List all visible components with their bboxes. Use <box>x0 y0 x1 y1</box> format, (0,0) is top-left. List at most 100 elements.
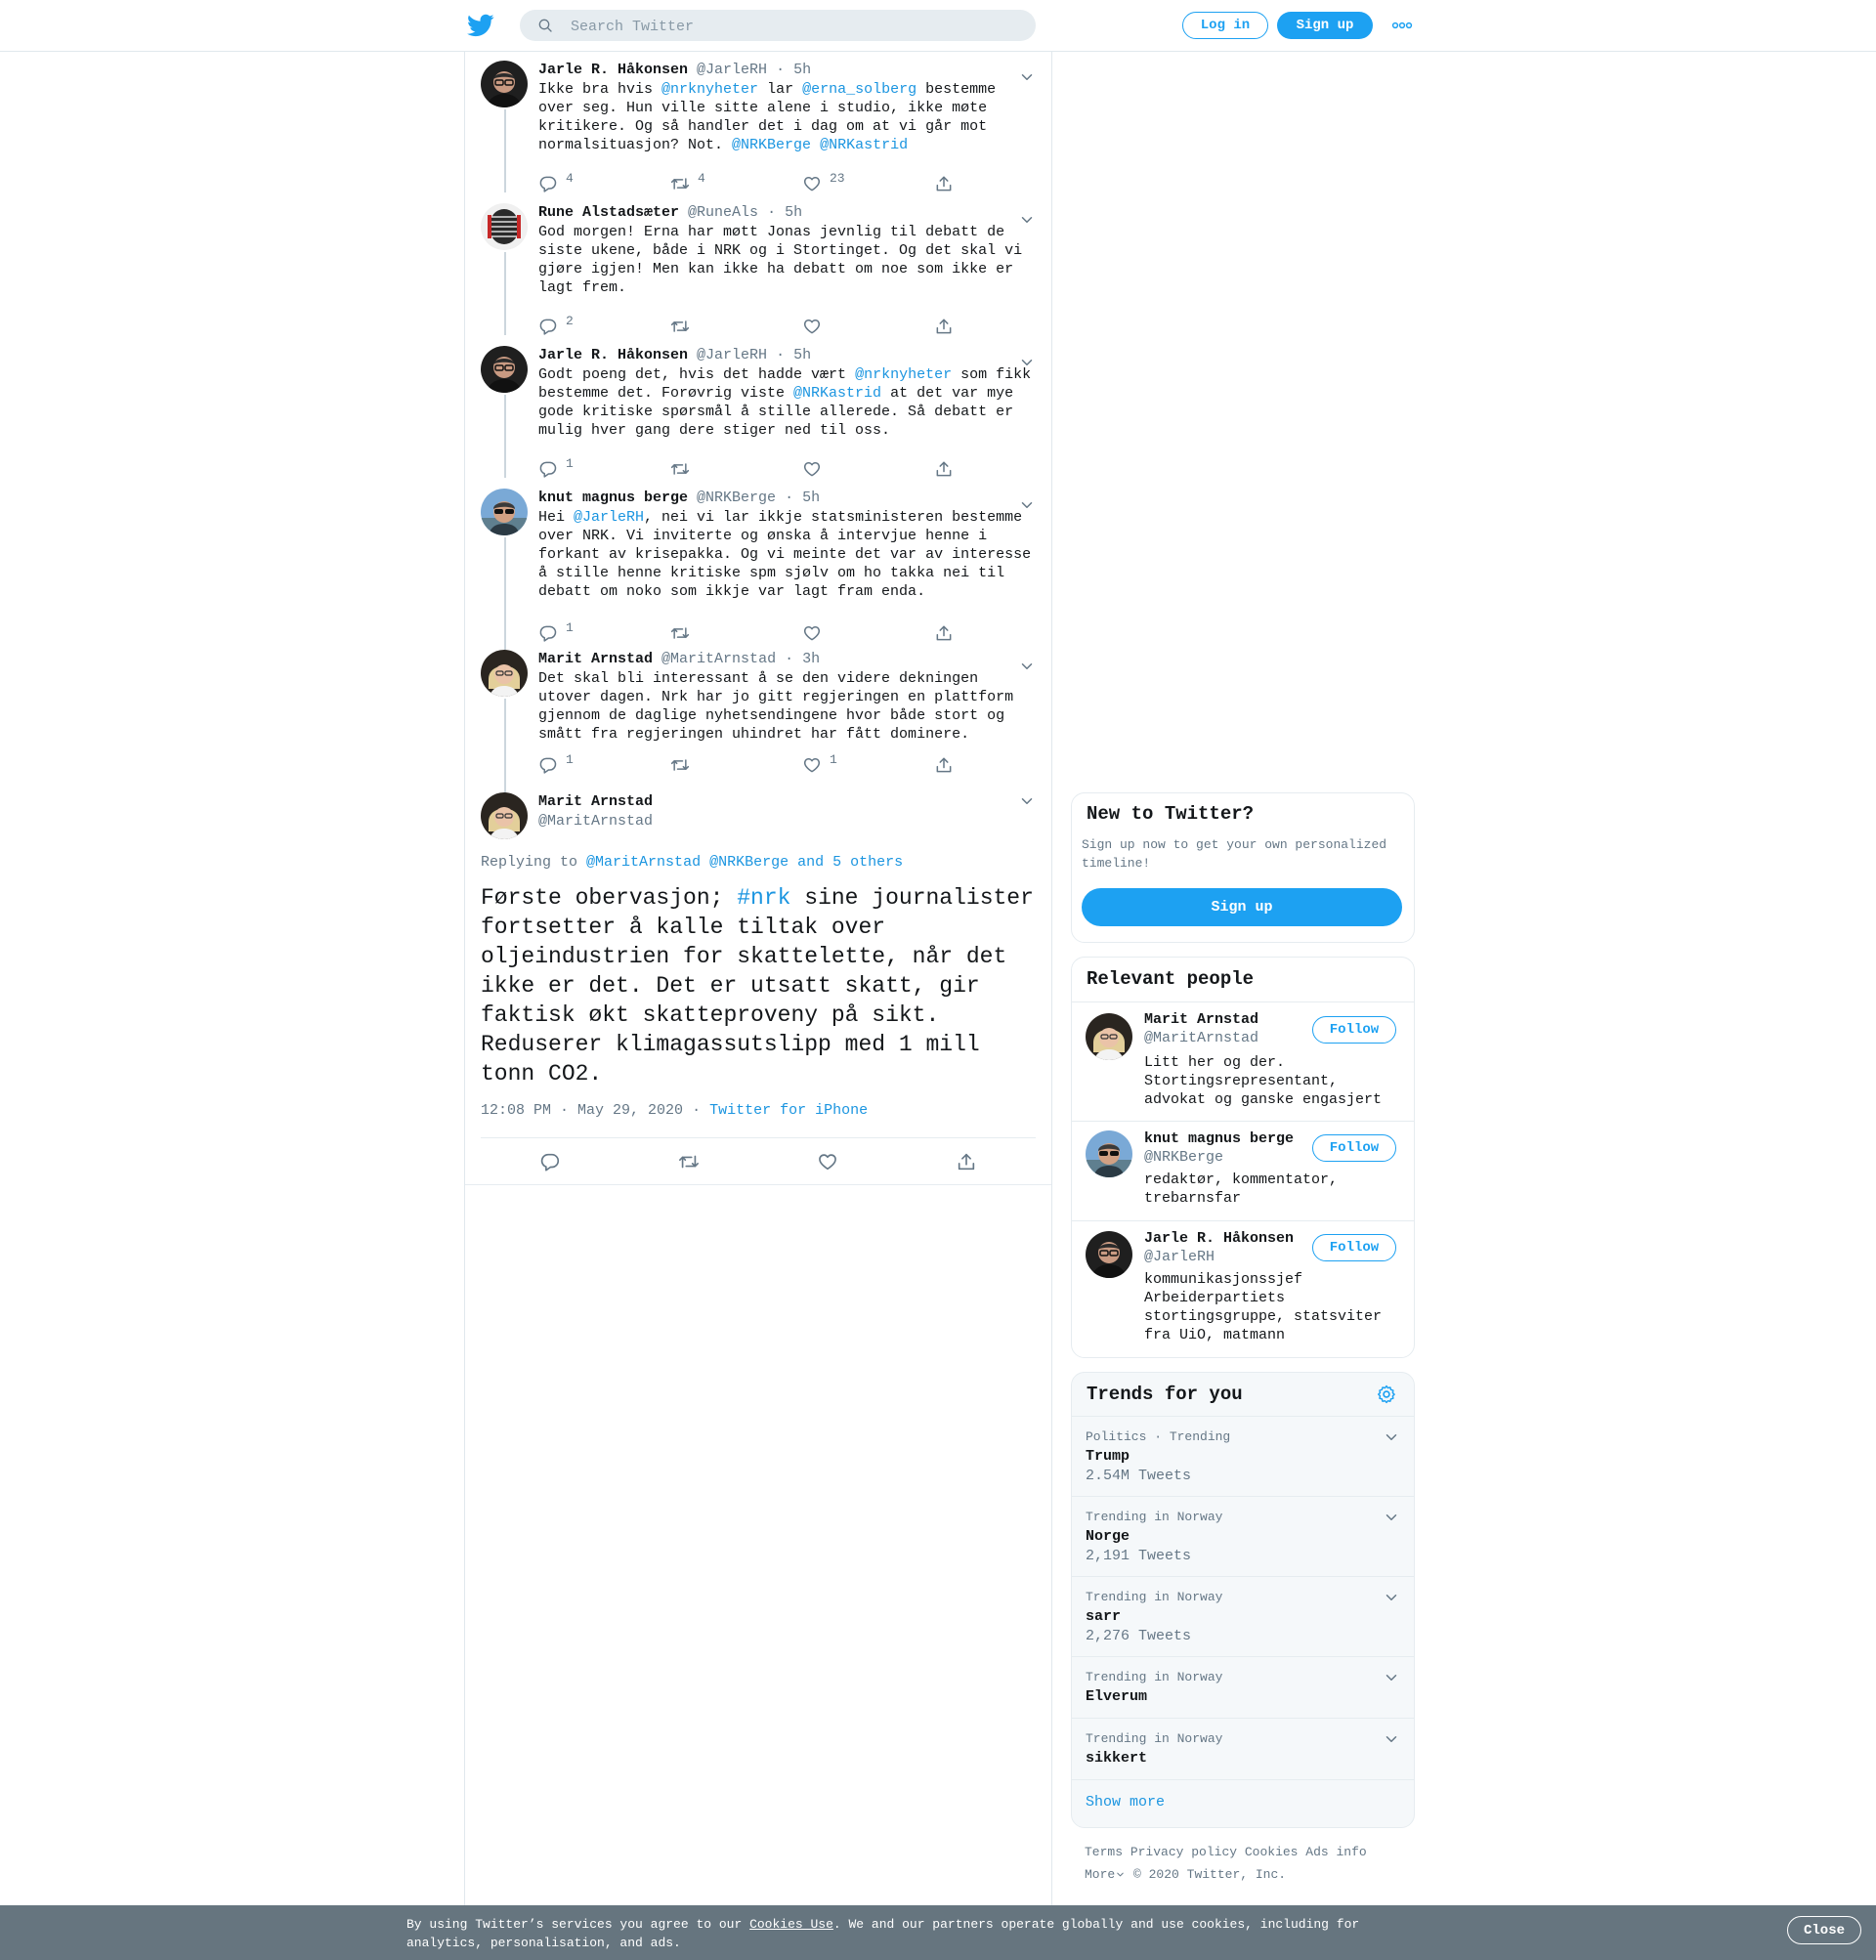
trend-name[interactable]: Norge <box>1086 1528 1130 1545</box>
like-button[interactable]: 23 <box>802 171 845 193</box>
chevron-down-icon[interactable] <box>1018 211 1036 229</box>
person-row[interactable]: Jarle R. Håkonsen @JarleRH kommunikasjon… <box>1072 1220 1414 1357</box>
tweet-time[interactable]: 5h <box>793 62 811 78</box>
mention-link[interactable]: @nrknyheter <box>661 81 758 98</box>
author-handle[interactable]: @JarleRH <box>697 62 767 78</box>
trend-item[interactable]: Trending in Norway sikkert <box>1072 1718 1414 1780</box>
chevron-down-icon[interactable] <box>1383 1730 1400 1748</box>
close-cookie-button[interactable]: Close <box>1787 1916 1861 1944</box>
footer-link-privacy[interactable]: Privacy policy <box>1130 1845 1237 1859</box>
mention-link[interactable]: @NRKastrid <box>793 385 881 402</box>
tweet-time[interactable]: 5h <box>802 490 820 506</box>
mention-link[interactable]: @nrknyheter <box>855 366 952 383</box>
tweet-time[interactable]: 3h <box>802 651 820 667</box>
hashtag-link[interactable]: #nrk <box>737 885 790 911</box>
author-name[interactable]: Marit Arnstad <box>538 651 653 667</box>
footer-more-button[interactable]: More <box>1085 1867 1126 1882</box>
retweet-button[interactable] <box>670 317 698 336</box>
reply-button[interactable] <box>539 1151 561 1172</box>
replying-to-links[interactable]: @MaritArnstad @NRKBerge and 5 others <box>586 854 903 871</box>
like-button[interactable] <box>817 1151 838 1172</box>
like-button[interactable]: 1 <box>802 752 837 775</box>
person-handle[interactable]: @MaritArnstad <box>1144 1029 1340 1047</box>
cookies-use-link[interactable]: Cookies Use <box>749 1917 833 1932</box>
mention-link[interactable]: @NRKastrid <box>820 137 908 153</box>
show-more-link[interactable]: Show more <box>1086 1794 1165 1811</box>
like-button[interactable] <box>802 459 830 479</box>
thread-tweet[interactable]: Rune Alstadsæter @RuneAls · 5h God morge… <box>481 203 1036 338</box>
like-button[interactable] <box>802 317 830 336</box>
author-handle[interactable]: @NRKBerge <box>697 490 776 506</box>
share-button[interactable] <box>934 174 954 193</box>
chevron-down-icon[interactable] <box>1383 1428 1400 1446</box>
search-box[interactable] <box>520 10 1036 43</box>
footer-link-ads-info[interactable]: Ads info <box>1305 1845 1366 1859</box>
trend-name[interactable]: sikkert <box>1086 1750 1147 1767</box>
share-button[interactable] <box>934 317 954 336</box>
author-name[interactable]: Rune Alstadsæter <box>538 204 679 221</box>
mention-link[interactable]: @NRKBerge <box>732 137 811 153</box>
follow-button[interactable]: Follow <box>1312 1234 1396 1261</box>
thread-tweet[interactable]: Jarle R. Håkonsen @JarleRH · 5h Ikke bra… <box>481 61 1036 195</box>
like-button[interactable] <box>802 623 830 643</box>
signup-header-button[interactable]: Sign up <box>1277 12 1373 39</box>
person-name[interactable]: knut magnus berge <box>1144 1129 1340 1148</box>
trend-name[interactable]: Trump <box>1086 1448 1130 1465</box>
reply-button[interactable]: 2 <box>538 314 574 336</box>
person-name[interactable]: Marit Arnstad <box>1144 1010 1340 1029</box>
twitter-logo-icon[interactable] <box>467 12 494 39</box>
share-button[interactable] <box>934 755 954 775</box>
retweet-button[interactable] <box>670 459 698 479</box>
chevron-down-icon[interactable] <box>1018 658 1036 675</box>
trend-item[interactable]: Trending in Norway Elverum <box>1072 1656 1414 1719</box>
share-button[interactable] <box>934 459 954 479</box>
footer-link-terms[interactable]: Terms <box>1085 1845 1123 1859</box>
author-handle[interactable]: @RuneAls <box>688 204 758 221</box>
login-button[interactable]: Log in <box>1182 12 1268 39</box>
tweet-time[interactable]: 5h <box>785 204 802 221</box>
share-button[interactable] <box>956 1151 977 1172</box>
follow-button[interactable]: Follow <box>1312 1134 1396 1162</box>
trend-item[interactable]: Trending in Norway Norge 2,191 Tweets <box>1072 1496 1414 1577</box>
more-options-icon[interactable] <box>1391 18 1413 33</box>
thread-tweet[interactable]: Marit Arnstad @MaritArnstad · 3h Det ska… <box>481 650 1036 792</box>
search-input[interactable] <box>569 10 1022 43</box>
avatar[interactable] <box>481 346 528 393</box>
person-row[interactable]: knut magnus berge @NRKBerge redaktør, ko… <box>1072 1121 1414 1221</box>
thread-tweet[interactable]: Jarle R. Håkonsen @JarleRH · 5h Godt poe… <box>481 346 1036 481</box>
follow-button[interactable]: Follow <box>1312 1016 1396 1044</box>
tweet-time[interactable]: 5h <box>793 347 811 363</box>
avatar[interactable] <box>481 650 528 697</box>
chevron-down-icon[interactable] <box>1018 354 1036 371</box>
avatar[interactable] <box>1086 1231 1132 1278</box>
person-name[interactable]: Jarle R. Håkonsen <box>1144 1229 1340 1248</box>
trend-name[interactable]: sarr <box>1086 1608 1121 1625</box>
chevron-down-icon[interactable] <box>1383 1509 1400 1526</box>
trend-name[interactable]: Elverum <box>1086 1688 1147 1705</box>
thread-tweet[interactable]: knut magnus berge @NRKBerge · 5h Hei @Ja… <box>481 489 1036 645</box>
retweet-button[interactable] <box>670 623 698 643</box>
avatar[interactable] <box>481 203 528 250</box>
avatar[interactable] <box>481 489 528 535</box>
mention-link[interactable]: @erna_solberg <box>802 81 917 98</box>
reply-button[interactable]: 1 <box>538 752 574 775</box>
chevron-down-icon[interactable] <box>1018 68 1036 86</box>
share-button[interactable] <box>934 623 954 643</box>
author-name[interactable]: knut magnus berge <box>538 490 688 506</box>
chevron-down-icon[interactable] <box>1383 1669 1400 1686</box>
trend-item[interactable]: Trending in Norway sarr 2,276 Tweets <box>1072 1576 1414 1657</box>
person-handle[interactable]: @JarleRH <box>1144 1248 1340 1266</box>
signup-card-button[interactable]: Sign up <box>1082 888 1402 926</box>
retweet-button[interactable]: 4 <box>670 171 705 193</box>
retweet-button[interactable] <box>670 755 698 775</box>
footer-link-cookies[interactable]: Cookies <box>1245 1845 1299 1859</box>
reply-button[interactable]: 1 <box>538 456 574 479</box>
avatar[interactable] <box>1086 1130 1132 1177</box>
person-row[interactable]: Marit Arnstad @MaritArnstad Litt her og … <box>1072 1001 1414 1122</box>
chevron-down-icon[interactable] <box>1018 496 1036 514</box>
chevron-down-icon[interactable] <box>1018 792 1036 810</box>
author-name[interactable]: Jarle R. Håkonsen <box>538 62 688 78</box>
author-name[interactable]: Marit Arnstad <box>538 792 1036 812</box>
settings-gear-icon[interactable] <box>1376 1384 1397 1405</box>
tweet-source-link[interactable]: Twitter for iPhone <box>709 1102 868 1119</box>
